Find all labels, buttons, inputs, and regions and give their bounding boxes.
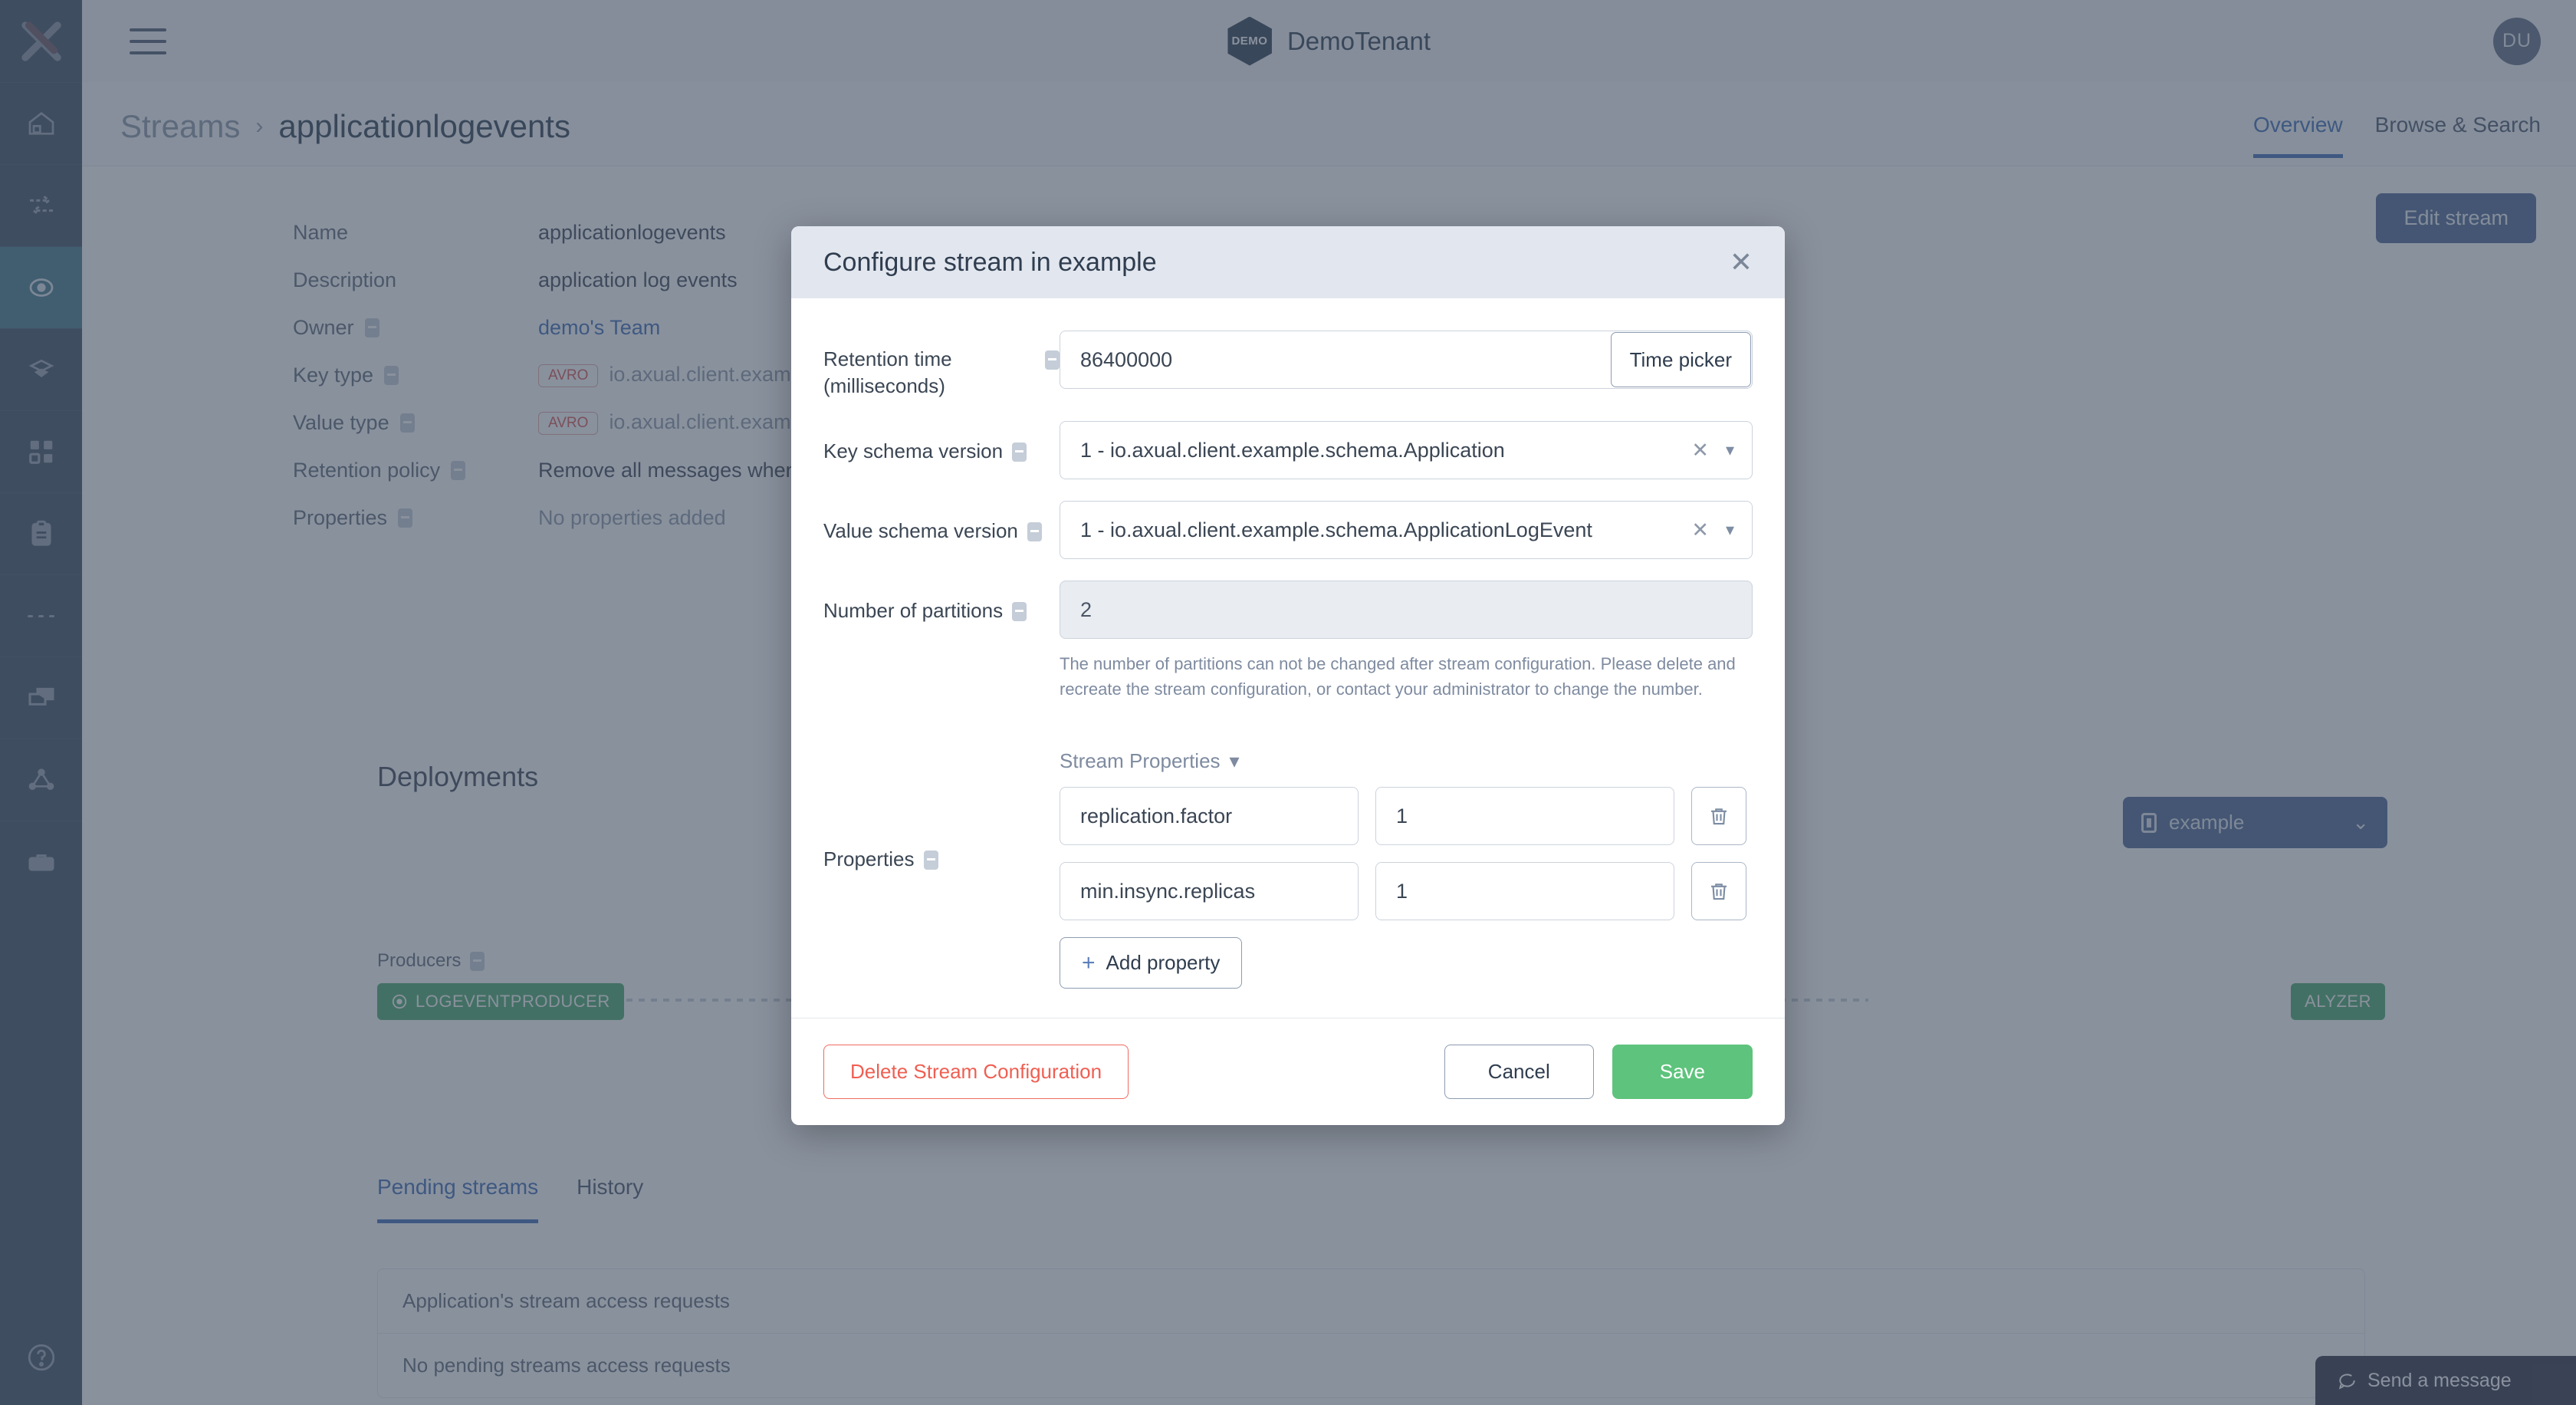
key-schema-version-label: Key schema version [823,439,1004,463]
value-schema-version-select[interactable] [1060,501,1753,560]
delete-property-button[interactable] [1691,787,1746,846]
stream-properties-label: Stream Properties [1060,749,1221,773]
delete-stream-configuration-button[interactable]: Delete Stream Configuration [823,1045,1129,1100]
chevron-down-icon: ▾ [1229,749,1240,773]
info-icon[interactable] [1012,602,1027,622]
number-of-partitions-input [1060,581,1753,640]
clear-x-icon[interactable]: ✕ [1691,439,1709,462]
cancel-button[interactable]: Cancel [1444,1045,1594,1100]
key-schema-version-select[interactable] [1060,421,1753,480]
field-properties: Properties Stream Properties ▾ replicati… [823,723,1753,989]
plus-icon: + [1082,949,1096,976]
time-picker-button[interactable]: Time picker [1610,332,1751,387]
number-of-partitions-label: Number of partitions [823,599,1004,623]
retention-time-label: Retention time (milliseconds) [823,347,952,398]
value-schema-version-label: Value schema version [823,519,1018,543]
property-key-input[interactable] [1060,787,1359,846]
partitions-help-text: The number of partitions can not be chan… [1060,654,1736,699]
modal-header: Configure stream in example ✕ [791,226,1785,298]
trash-icon [1711,808,1727,825]
field-value-schema-version: Value schema version ✕ ▾ [823,501,1753,560]
add-property-label: Add property [1106,951,1221,975]
field-key-schema-version: Key schema version ✕ ▾ [823,421,1753,480]
properties-label: Properties [823,847,915,871]
modal-title: Configure stream in example [823,247,1157,277]
clear-x-icon[interactable]: ✕ [1691,518,1709,542]
info-icon[interactable] [1012,443,1027,462]
stream-properties-toggle[interactable]: Stream Properties ▾ [1060,749,1753,773]
info-icon[interactable] [923,851,938,870]
delete-property-button[interactable] [1691,862,1746,921]
add-property-button[interactable]: + Add property [1060,937,1243,989]
property-row [1060,787,1753,846]
property-value-input[interactable] [1375,862,1674,921]
property-row [1060,862,1753,921]
trash-icon [1711,883,1727,900]
chevron-down-icon[interactable]: ▾ [1726,520,1734,540]
property-key-input[interactable] [1060,862,1359,921]
chevron-down-icon[interactable]: ▾ [1726,440,1734,460]
property-value-input[interactable] [1375,787,1674,846]
configure-stream-modal: Configure stream in example ✕ Retention … [791,226,1785,1126]
info-icon[interactable] [1027,522,1042,542]
modal-body: Retention time (milliseconds) Time picke… [791,298,1785,1018]
close-icon[interactable]: ✕ [1730,248,1753,276]
app-root: DEMO DemoTenant DU Streams › application… [0,0,2576,1405]
save-button[interactable]: Save [1612,1045,1753,1100]
modal-footer: Delete Stream Configuration Cancel Save [791,1018,1785,1125]
info-icon[interactable] [1045,350,1060,370]
field-number-of-partitions: Number of partitions The number of parti… [823,581,1753,702]
field-retention-time: Retention time (milliseconds) Time picke… [823,331,1753,400]
